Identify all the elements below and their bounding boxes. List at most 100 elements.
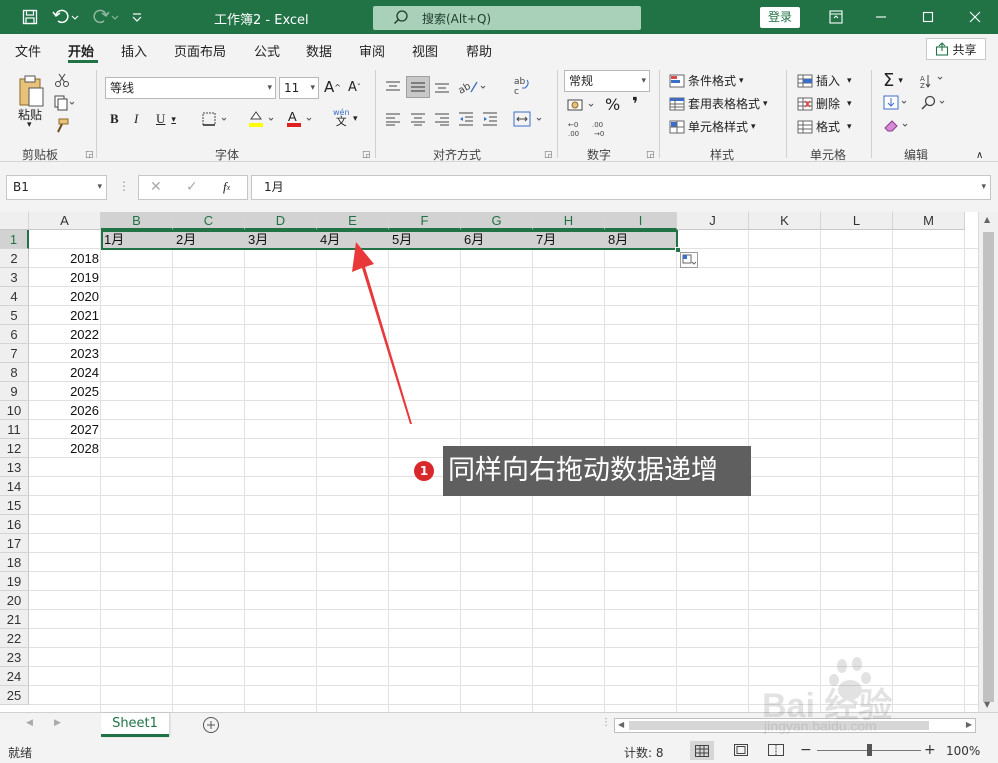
phonetic-guide-icon[interactable]: wén 文 bbox=[333, 108, 350, 127]
row-header-14[interactable]: 14 bbox=[0, 477, 29, 496]
cell-a2[interactable]: 2018 bbox=[29, 249, 101, 268]
tab-formulas[interactable]: 公式 bbox=[254, 41, 280, 60]
row-header-11[interactable]: 11 bbox=[0, 420, 29, 439]
row-header-10[interactable]: 10 bbox=[0, 401, 29, 420]
chevron-down-icon[interactable]: ▾ bbox=[353, 114, 358, 124]
tab-file[interactable]: 文件 bbox=[15, 41, 41, 60]
row-header-12[interactable]: 12 bbox=[0, 439, 29, 458]
conditional-formatting-button[interactable]: 条件格式 ▾ bbox=[669, 72, 744, 89]
fill-color-icon[interactable] bbox=[247, 109, 277, 129]
cell-a8[interactable]: 2024 bbox=[29, 363, 101, 382]
border-icon[interactable] bbox=[201, 111, 229, 127]
bold-icon[interactable]: B bbox=[110, 111, 119, 127]
tab-page-layout[interactable]: 页面布局 bbox=[174, 41, 226, 60]
format-painter-icon[interactable] bbox=[54, 118, 70, 134]
expand-formula-bar-icon[interactable]: ▾ bbox=[981, 176, 986, 199]
cut-icon[interactable] bbox=[54, 72, 70, 88]
number-format-select[interactable]: 常规 ▾ bbox=[564, 70, 650, 92]
column-header-i[interactable]: I bbox=[605, 212, 677, 230]
cell-i1[interactable]: 8月 bbox=[605, 230, 677, 249]
zoom-level[interactable]: 100% bbox=[946, 744, 980, 758]
zoom-out-button[interactable]: − bbox=[800, 742, 812, 758]
column-header-k[interactable]: K bbox=[749, 212, 821, 230]
row-header-3[interactable]: 3 bbox=[0, 268, 29, 287]
align-center-icon[interactable] bbox=[410, 111, 426, 127]
row-header-2[interactable]: 2 bbox=[0, 249, 29, 268]
vertical-scroll-thumb[interactable] bbox=[983, 232, 994, 702]
align-right-icon[interactable] bbox=[434, 111, 450, 127]
row-header-4[interactable]: 4 bbox=[0, 287, 29, 306]
row-header-24[interactable]: 24 bbox=[0, 667, 29, 686]
sheet-tab-sheet1[interactable]: Sheet1 bbox=[101, 713, 169, 737]
cancel-icon[interactable]: ✕ bbox=[150, 179, 162, 195]
font-size-select[interactable]: 11 ▾ bbox=[279, 77, 319, 99]
percent-style-icon[interactable]: % bbox=[605, 95, 620, 114]
row-header-21[interactable]: 21 bbox=[0, 610, 29, 629]
cell-b1[interactable]: 1月 bbox=[101, 230, 173, 249]
more-options-icon[interactable]: ⋮ bbox=[118, 179, 130, 193]
row-header-6[interactable]: 6 bbox=[0, 325, 29, 344]
auto-fill-options-icon[interactable] bbox=[680, 252, 698, 268]
cell-a9[interactable]: 2025 bbox=[29, 382, 101, 401]
prev-sheet-icon[interactable]: ◀ bbox=[26, 718, 33, 728]
insert-function-icon[interactable]: fx bbox=[223, 179, 230, 195]
tab-splitter-icon[interactable]: ⋮ bbox=[601, 717, 611, 728]
collapse-ribbon-icon[interactable]: ∧ bbox=[976, 150, 983, 161]
customize-toolbar-icon[interactable] bbox=[128, 0, 146, 34]
underline-icon[interactable]: U ▾ bbox=[156, 111, 176, 127]
tab-view[interactable]: 视图 bbox=[412, 41, 438, 60]
column-header-f[interactable]: F bbox=[389, 212, 461, 230]
clear-icon[interactable] bbox=[883, 118, 911, 134]
login-button[interactable]: 登录 bbox=[760, 7, 800, 28]
save-icon[interactable] bbox=[18, 0, 42, 34]
format-as-table-button[interactable]: 套用表格格式 ▾ bbox=[669, 95, 768, 112]
page-break-preview-icon[interactable] bbox=[768, 744, 784, 759]
enter-icon[interactable]: ✓ bbox=[186, 179, 198, 195]
row-header-8[interactable]: 8 bbox=[0, 363, 29, 382]
row-header-7[interactable]: 7 bbox=[0, 344, 29, 363]
alignment-launcher-icon[interactable]: ◲ bbox=[544, 150, 553, 160]
zoom-in-button[interactable]: + bbox=[924, 742, 936, 758]
select-all-corner[interactable] bbox=[0, 212, 29, 230]
copy-icon[interactable] bbox=[54, 95, 76, 111]
column-header-a[interactable]: A bbox=[29, 212, 101, 230]
close-icon[interactable] bbox=[960, 0, 990, 34]
increase-font-size-icon[interactable]: A ^ bbox=[324, 78, 341, 96]
find-select-icon[interactable] bbox=[920, 95, 948, 111]
number-launcher-icon[interactable]: ◲ bbox=[646, 150, 655, 160]
maximize-icon[interactable] bbox=[913, 0, 943, 34]
row-header-9[interactable]: 9 bbox=[0, 382, 29, 401]
tab-review[interactable]: 审阅 bbox=[359, 41, 385, 60]
next-sheet-icon[interactable]: ▶ bbox=[54, 718, 61, 728]
ribbon-display-options-icon[interactable] bbox=[822, 0, 850, 34]
scroll-down-icon[interactable]: ▼ bbox=[984, 700, 990, 709]
search-input[interactable]: 搜索(Alt+Q) bbox=[373, 6, 641, 30]
align-top-icon[interactable] bbox=[385, 79, 401, 95]
fill-icon[interactable] bbox=[883, 95, 911, 111]
cell-a11[interactable]: 2027 bbox=[29, 420, 101, 439]
cell-d1[interactable]: 3月 bbox=[245, 230, 317, 249]
zoom-slider-thumb[interactable] bbox=[867, 744, 872, 756]
row-header-1[interactable]: 1 bbox=[0, 230, 29, 249]
comma-style-icon[interactable]: ❜ bbox=[632, 94, 638, 115]
column-header-d[interactable]: D bbox=[245, 212, 317, 230]
vertical-scrollbar[interactable]: ▲ ▼ bbox=[978, 212, 998, 712]
tab-data[interactable]: 数据 bbox=[306, 41, 332, 60]
insert-cells-button[interactable]: 插入 ▾ bbox=[797, 72, 852, 89]
cell-g1[interactable]: 6月 bbox=[461, 230, 533, 249]
cell-a5[interactable]: 2021 bbox=[29, 306, 101, 325]
cell-a4[interactable]: 2020 bbox=[29, 287, 101, 306]
font-color-icon[interactable]: A bbox=[285, 109, 315, 129]
page-layout-view-icon[interactable] bbox=[734, 744, 748, 759]
format-cells-button[interactable]: 格式 ▾ bbox=[797, 118, 852, 135]
minimize-icon[interactable] bbox=[866, 0, 896, 34]
autosum-icon[interactable]: Σ ▾ bbox=[883, 70, 903, 91]
column-header-m[interactable]: M bbox=[893, 212, 965, 230]
column-header-c[interactable]: C bbox=[173, 212, 245, 230]
tab-home[interactable]: 开始 bbox=[68, 41, 94, 60]
cell-a12[interactable]: 2028 bbox=[29, 439, 101, 458]
align-middle-icon[interactable] bbox=[406, 76, 430, 98]
decrease-indent-icon[interactable] bbox=[458, 111, 474, 127]
decrease-font-size-icon[interactable]: Aˇ bbox=[348, 80, 361, 95]
row-header-17[interactable]: 17 bbox=[0, 534, 29, 553]
